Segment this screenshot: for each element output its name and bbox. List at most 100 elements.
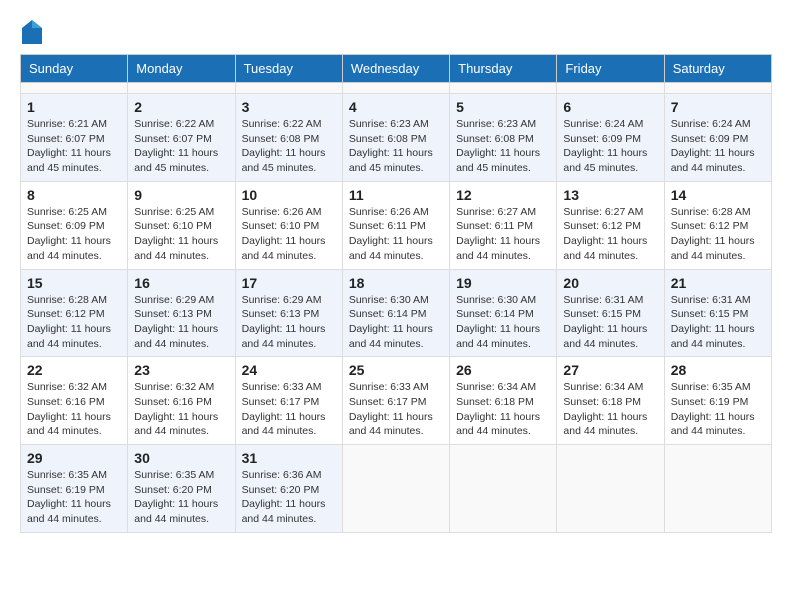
col-sunday: Sunday xyxy=(21,55,128,83)
table-row: 5 Sunrise: 6:23 AM Sunset: 6:08 PM Dayli… xyxy=(450,94,557,182)
day-info: Sunrise: 6:22 AM Sunset: 6:07 PM Dayligh… xyxy=(134,117,228,176)
table-row: 30 Sunrise: 6:35 AM Sunset: 6:20 PM Dayl… xyxy=(128,445,235,533)
table-row: 8 Sunrise: 6:25 AM Sunset: 6:09 PM Dayli… xyxy=(21,181,128,269)
day-number: 5 xyxy=(456,99,550,115)
table-row: 27 Sunrise: 6:34 AM Sunset: 6:18 PM Dayl… xyxy=(557,357,664,445)
day-number: 2 xyxy=(134,99,228,115)
day-number: 16 xyxy=(134,275,228,291)
day-number: 26 xyxy=(456,362,550,378)
col-wednesday: Wednesday xyxy=(342,55,449,83)
day-number: 11 xyxy=(349,187,443,203)
table-row: 14 Sunrise: 6:28 AM Sunset: 6:12 PM Dayl… xyxy=(664,181,771,269)
day-number: 28 xyxy=(671,362,765,378)
day-info: Sunrise: 6:28 AM Sunset: 6:12 PM Dayligh… xyxy=(671,205,765,264)
table-row xyxy=(342,83,449,94)
day-info: Sunrise: 6:22 AM Sunset: 6:08 PM Dayligh… xyxy=(242,117,336,176)
day-info: Sunrise: 6:30 AM Sunset: 6:14 PM Dayligh… xyxy=(456,293,550,352)
col-monday: Monday xyxy=(128,55,235,83)
table-row: 12 Sunrise: 6:27 AM Sunset: 6:11 PM Dayl… xyxy=(450,181,557,269)
day-info: Sunrise: 6:28 AM Sunset: 6:12 PM Dayligh… xyxy=(27,293,121,352)
day-number: 8 xyxy=(27,187,121,203)
col-tuesday: Tuesday xyxy=(235,55,342,83)
calendar-row: 1 Sunrise: 6:21 AM Sunset: 6:07 PM Dayli… xyxy=(21,94,772,182)
calendar-row: 15 Sunrise: 6:28 AM Sunset: 6:12 PM Dayl… xyxy=(21,269,772,357)
table-row: 13 Sunrise: 6:27 AM Sunset: 6:12 PM Dayl… xyxy=(557,181,664,269)
day-number: 18 xyxy=(349,275,443,291)
day-number: 9 xyxy=(134,187,228,203)
col-saturday: Saturday xyxy=(664,55,771,83)
table-row: 7 Sunrise: 6:24 AM Sunset: 6:09 PM Dayli… xyxy=(664,94,771,182)
table-row: 24 Sunrise: 6:33 AM Sunset: 6:17 PM Dayl… xyxy=(235,357,342,445)
day-number: 15 xyxy=(27,275,121,291)
day-number: 23 xyxy=(134,362,228,378)
table-row xyxy=(21,83,128,94)
day-info: Sunrise: 6:26 AM Sunset: 6:10 PM Dayligh… xyxy=(242,205,336,264)
calendar-row: 8 Sunrise: 6:25 AM Sunset: 6:09 PM Dayli… xyxy=(21,181,772,269)
page-header xyxy=(20,20,772,44)
logo-icon xyxy=(22,20,42,44)
table-row: 21 Sunrise: 6:31 AM Sunset: 6:15 PM Dayl… xyxy=(664,269,771,357)
day-number: 4 xyxy=(349,99,443,115)
day-number: 27 xyxy=(563,362,657,378)
day-info: Sunrise: 6:23 AM Sunset: 6:08 PM Dayligh… xyxy=(456,117,550,176)
day-info: Sunrise: 6:25 AM Sunset: 6:09 PM Dayligh… xyxy=(27,205,121,264)
day-info: Sunrise: 6:36 AM Sunset: 6:20 PM Dayligh… xyxy=(242,468,336,527)
day-info: Sunrise: 6:24 AM Sunset: 6:09 PM Dayligh… xyxy=(563,117,657,176)
day-number: 14 xyxy=(671,187,765,203)
day-number: 21 xyxy=(671,275,765,291)
day-number: 25 xyxy=(349,362,443,378)
calendar-row xyxy=(21,83,772,94)
col-friday: Friday xyxy=(557,55,664,83)
day-info: Sunrise: 6:30 AM Sunset: 6:14 PM Dayligh… xyxy=(349,293,443,352)
table-row: 25 Sunrise: 6:33 AM Sunset: 6:17 PM Dayl… xyxy=(342,357,449,445)
day-info: Sunrise: 6:27 AM Sunset: 6:11 PM Dayligh… xyxy=(456,205,550,264)
day-info: Sunrise: 6:23 AM Sunset: 6:08 PM Dayligh… xyxy=(349,117,443,176)
day-info: Sunrise: 6:34 AM Sunset: 6:18 PM Dayligh… xyxy=(456,380,550,439)
day-number: 17 xyxy=(242,275,336,291)
table-row: 6 Sunrise: 6:24 AM Sunset: 6:09 PM Dayli… xyxy=(557,94,664,182)
calendar-row: 22 Sunrise: 6:32 AM Sunset: 6:16 PM Dayl… xyxy=(21,357,772,445)
table-row xyxy=(342,445,449,533)
day-number: 20 xyxy=(563,275,657,291)
table-row xyxy=(450,83,557,94)
table-row: 28 Sunrise: 6:35 AM Sunset: 6:19 PM Dayl… xyxy=(664,357,771,445)
table-row: 22 Sunrise: 6:32 AM Sunset: 6:16 PM Dayl… xyxy=(21,357,128,445)
table-row xyxy=(557,445,664,533)
table-row: 9 Sunrise: 6:25 AM Sunset: 6:10 PM Dayli… xyxy=(128,181,235,269)
day-number: 22 xyxy=(27,362,121,378)
table-row: 23 Sunrise: 6:32 AM Sunset: 6:16 PM Dayl… xyxy=(128,357,235,445)
table-row: 26 Sunrise: 6:34 AM Sunset: 6:18 PM Dayl… xyxy=(450,357,557,445)
day-info: Sunrise: 6:24 AM Sunset: 6:09 PM Dayligh… xyxy=(671,117,765,176)
day-number: 7 xyxy=(671,99,765,115)
day-info: Sunrise: 6:34 AM Sunset: 6:18 PM Dayligh… xyxy=(563,380,657,439)
table-row: 1 Sunrise: 6:21 AM Sunset: 6:07 PM Dayli… xyxy=(21,94,128,182)
day-info: Sunrise: 6:35 AM Sunset: 6:19 PM Dayligh… xyxy=(27,468,121,527)
table-row xyxy=(557,83,664,94)
day-number: 3 xyxy=(242,99,336,115)
day-number: 12 xyxy=(456,187,550,203)
table-row: 18 Sunrise: 6:30 AM Sunset: 6:14 PM Dayl… xyxy=(342,269,449,357)
day-info: Sunrise: 6:33 AM Sunset: 6:17 PM Dayligh… xyxy=(242,380,336,439)
day-number: 19 xyxy=(456,275,550,291)
day-info: Sunrise: 6:21 AM Sunset: 6:07 PM Dayligh… xyxy=(27,117,121,176)
table-row: 11 Sunrise: 6:26 AM Sunset: 6:11 PM Dayl… xyxy=(342,181,449,269)
table-row: 19 Sunrise: 6:30 AM Sunset: 6:14 PM Dayl… xyxy=(450,269,557,357)
table-row: 3 Sunrise: 6:22 AM Sunset: 6:08 PM Dayli… xyxy=(235,94,342,182)
table-row xyxy=(664,445,771,533)
table-row: 29 Sunrise: 6:35 AM Sunset: 6:19 PM Dayl… xyxy=(21,445,128,533)
day-info: Sunrise: 6:32 AM Sunset: 6:16 PM Dayligh… xyxy=(134,380,228,439)
col-thursday: Thursday xyxy=(450,55,557,83)
day-number: 30 xyxy=(134,450,228,466)
table-row: 15 Sunrise: 6:28 AM Sunset: 6:12 PM Dayl… xyxy=(21,269,128,357)
table-row: 10 Sunrise: 6:26 AM Sunset: 6:10 PM Dayl… xyxy=(235,181,342,269)
day-info: Sunrise: 6:26 AM Sunset: 6:11 PM Dayligh… xyxy=(349,205,443,264)
table-row: 31 Sunrise: 6:36 AM Sunset: 6:20 PM Dayl… xyxy=(235,445,342,533)
day-number: 29 xyxy=(27,450,121,466)
day-info: Sunrise: 6:33 AM Sunset: 6:17 PM Dayligh… xyxy=(349,380,443,439)
day-number: 31 xyxy=(242,450,336,466)
day-info: Sunrise: 6:32 AM Sunset: 6:16 PM Dayligh… xyxy=(27,380,121,439)
day-number: 24 xyxy=(242,362,336,378)
day-number: 13 xyxy=(563,187,657,203)
day-info: Sunrise: 6:35 AM Sunset: 6:20 PM Dayligh… xyxy=(134,468,228,527)
table-row: 17 Sunrise: 6:29 AM Sunset: 6:13 PM Dayl… xyxy=(235,269,342,357)
